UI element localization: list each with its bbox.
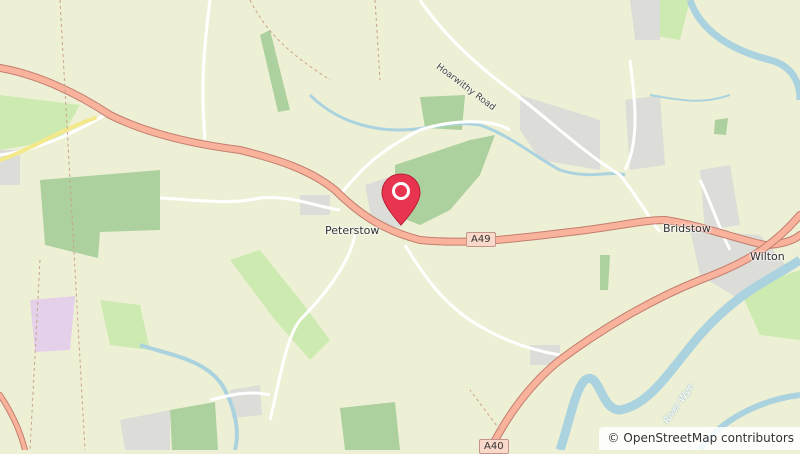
openstreetmap-contributors-link[interactable]: OpenStreetMap contributors	[623, 431, 794, 445]
location-marker[interactable]	[380, 172, 422, 227]
place-label-bridstow: Bridstow	[663, 222, 711, 235]
map-canvas[interactable]: Peterstow Bridstow Wilton A49 A40 Hoarwi…	[0, 0, 800, 454]
map-pin-icon	[381, 173, 421, 226]
road-shield-a40: A40	[479, 439, 509, 454]
map-attribution: © OpenStreetMap contributors	[599, 427, 800, 450]
place-label-wilton: Wilton	[750, 250, 785, 263]
road-shield-a49: A49	[466, 232, 496, 247]
place-label-peterstow: Peterstow	[325, 224, 380, 237]
copyright-symbol: ©	[607, 431, 620, 445]
